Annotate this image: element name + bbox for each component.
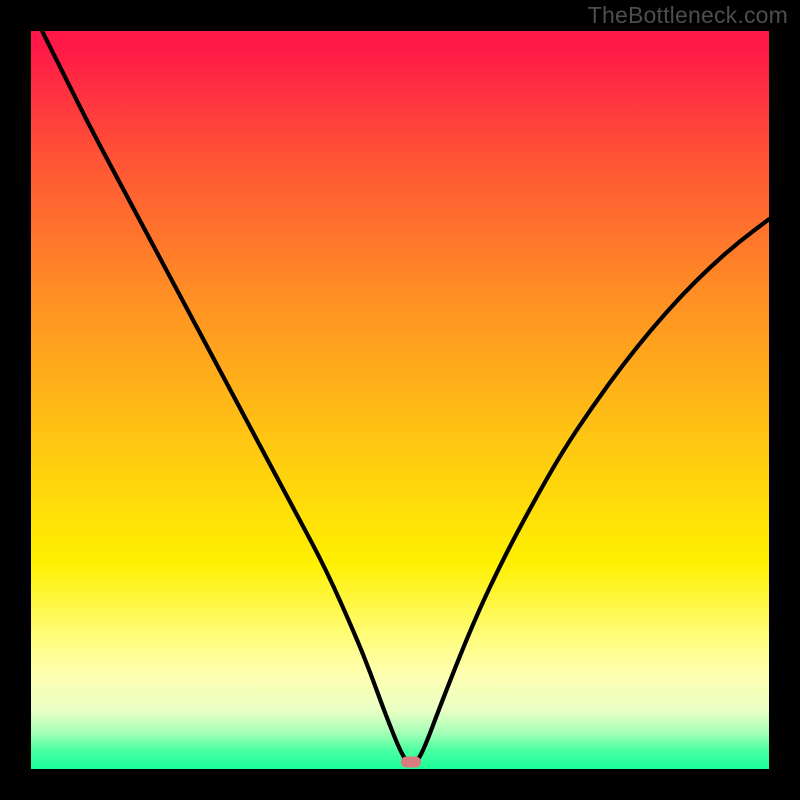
bottleneck-curve	[31, 31, 769, 769]
plot-area	[31, 31, 769, 769]
watermark-text: TheBottleneck.com	[588, 2, 788, 29]
minimum-marker	[401, 757, 421, 768]
chart-frame: TheBottleneck.com	[0, 0, 800, 800]
